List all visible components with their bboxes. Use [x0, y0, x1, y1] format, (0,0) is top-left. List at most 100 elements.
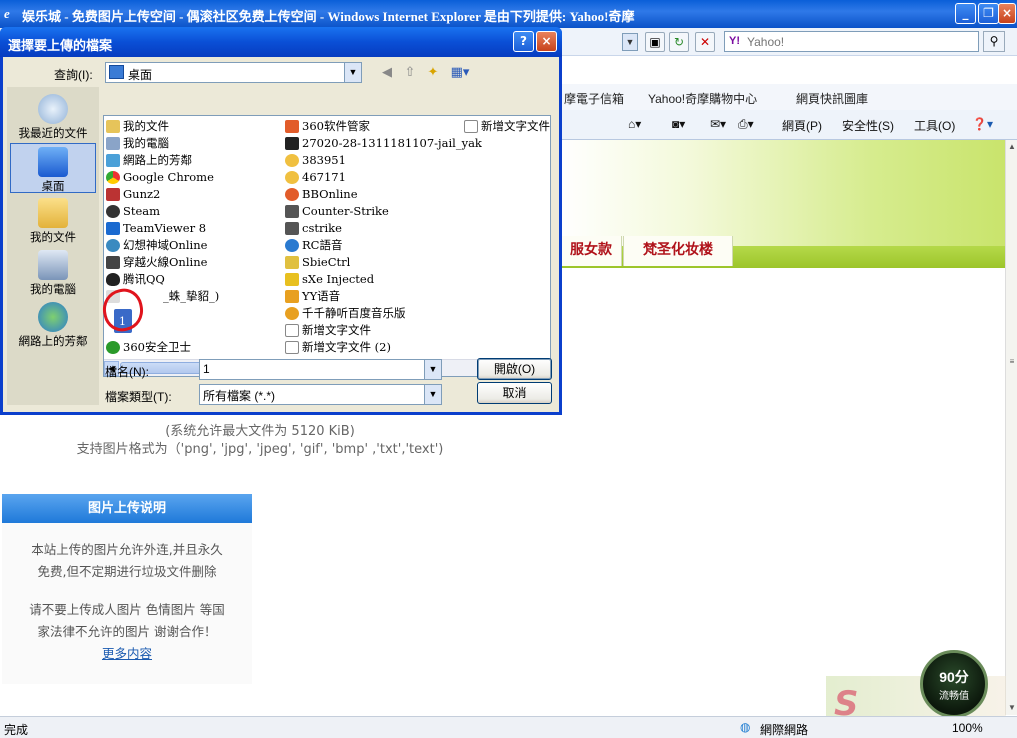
crossfire-icon: [106, 256, 120, 269]
nav-tab-cosmetics[interactable]: 梵圣化妆楼: [623, 236, 733, 266]
file-item[interactable]: 467171: [283, 169, 461, 186]
compat-view-icon[interactable]: ▣: [645, 32, 665, 52]
file-name: RC語音: [302, 238, 343, 252]
fav-link-shopping[interactable]: Yahoo!奇摩購物中心: [648, 90, 757, 107]
file-list[interactable]: 我的文件 我的電腦 網路上的芳鄰 Google Chrome Gunz2 Ste…: [103, 115, 551, 377]
ttplayer-icon: [285, 307, 299, 320]
file-item[interactable]: Google Chrome: [104, 169, 282, 186]
more-content-link[interactable]: 更多内容: [2, 643, 252, 662]
scroll-down-icon[interactable]: ▼: [1006, 701, 1017, 715]
file-item[interactable]: 腾讯QQ: [104, 271, 282, 288]
search-box[interactable]: Y!: [724, 31, 979, 52]
file-item[interactable]: 新增文字文件 (2): [283, 339, 461, 356]
address-dropdown[interactable]: ▼: [622, 33, 638, 51]
status-bar: 完成 ◍ 網際網路 100%: [0, 716, 1017, 738]
file-item[interactable]: 360软件管家: [283, 118, 461, 135]
file-item[interactable]: TeamViewer 8: [104, 220, 282, 237]
open-button[interactable]: 開啟(O): [477, 358, 552, 380]
file-item[interactable]: 383951: [283, 152, 461, 169]
chevron-down-icon[interactable]: ▼: [344, 63, 361, 82]
cancel-button[interactable]: 取消: [477, 382, 552, 404]
dialog-close-button[interactable]: ×: [536, 31, 557, 52]
filename-input[interactable]: 1 ▼: [199, 359, 442, 380]
place-desktop[interactable]: 桌面: [10, 143, 96, 193]
file-item[interactable]: 千千静听百度音乐版: [283, 305, 461, 322]
chevron-down-icon[interactable]: ▼: [424, 385, 441, 404]
close-button[interactable]: ×: [998, 3, 1016, 24]
file-column-3: 新增文字文件: [462, 118, 550, 135]
page-menu[interactable]: 網頁(P): [782, 117, 822, 134]
refresh-icon[interactable]: ↻: [669, 32, 689, 52]
new-folder-icon[interactable]: ✦: [424, 63, 442, 81]
page-scrollbar[interactable]: ▲ ≡ ▼: [1005, 140, 1017, 715]
file-name: 網路上的芳鄰: [123, 153, 192, 167]
minimize-button[interactable]: _: [955, 3, 976, 24]
file-item[interactable]: Counter-Strike: [283, 203, 461, 220]
chevron-down-icon[interactable]: ▼: [424, 360, 441, 379]
safety-menu[interactable]: 安全性(S): [842, 117, 894, 134]
fav-link-mail[interactable]: 摩電子信箱: [564, 90, 624, 107]
zoom-level[interactable]: 100%: [952, 721, 983, 735]
file-item[interactable]: YY语音: [283, 288, 461, 305]
file-item[interactable]: 27020-28-1311181107-jail_yak: [283, 135, 482, 152]
file-item[interactable]: 網路上的芳鄰: [104, 152, 282, 169]
info-panel-title: 图片上传说明: [2, 494, 252, 523]
dialog-title-bar: 選擇要上傳的檔案 ? ×: [0, 27, 562, 57]
stop-icon[interactable]: ✕: [695, 32, 715, 52]
desktop-icon: [38, 147, 68, 177]
max-size-text: (系统允许最大文件为 5120 KiB): [165, 424, 355, 439]
nav-tab-women[interactable]: 服女款: [560, 236, 622, 266]
360-safe-icon: [106, 341, 120, 354]
look-in-label: 查詢(I):: [54, 68, 93, 82]
file-item[interactable]: 新增文字文件: [283, 322, 461, 339]
home-icon[interactable]: ⌂▾: [628, 117, 641, 131]
file-item[interactable]: 幻想神域Online: [104, 237, 282, 254]
filetype-select[interactable]: 所有檔案 (*.*) ▼: [199, 384, 442, 405]
mail-icon[interactable]: ✉▾: [710, 117, 726, 131]
search-input[interactable]: [747, 34, 972, 49]
file-name: cstrike: [302, 221, 342, 235]
scroll-thumb-grip[interactable]: ≡: [1006, 355, 1017, 369]
file-name: 360软件管家: [302, 119, 370, 133]
file-name: Google Chrome: [123, 170, 214, 184]
filetype-label: 檔案類型(T):: [105, 390, 172, 404]
back-icon[interactable]: ◀: [378, 63, 396, 81]
place-my-computer[interactable]: 我的電腦: [10, 247, 96, 297]
up-folder-icon[interactable]: ⇧: [401, 63, 419, 81]
scroll-up-icon[interactable]: ▲: [1006, 140, 1017, 154]
app-icon: [285, 120, 299, 133]
place-recent[interactable]: 我最近的文件: [10, 91, 96, 141]
file-item[interactable]: SbieCtrl: [283, 254, 461, 271]
file-item[interactable]: sXe Injected: [283, 271, 461, 288]
file-item[interactable]: 我的電腦: [104, 135, 282, 152]
search-icon[interactable]: ⚲: [983, 31, 1005, 52]
print-icon[interactable]: ⎙▾: [738, 117, 754, 132]
file-item[interactable]: BBOnline: [283, 186, 461, 203]
restore-button[interactable]: ❐: [978, 3, 999, 24]
file-item[interactable]: Gunz2: [104, 186, 282, 203]
info-line: 家法律不允许的图片 谢谢合作！: [37, 624, 217, 639]
file-item[interactable]: Steam: [104, 203, 282, 220]
file-name: 穿越火線Online: [123, 255, 208, 269]
dialog-help-button[interactable]: ?: [513, 31, 534, 52]
place-label: 我的文件: [30, 232, 76, 244]
file-item[interactable]: 360安全卫士: [104, 339, 282, 356]
file-item[interactable]: 穿越火線Online: [104, 254, 282, 271]
look-in-combo[interactable]: 桌面 ▼: [105, 62, 362, 83]
game-icon: [106, 239, 120, 252]
tools-menu[interactable]: 工具(O): [914, 117, 955, 134]
file-item[interactable]: RC語音: [283, 237, 461, 254]
feeds-icon[interactable]: ◙▾: [672, 117, 685, 131]
help-icon[interactable]: ❓▾: [972, 117, 993, 131]
place-my-documents[interactable]: 我的文件: [10, 195, 96, 245]
file-item[interactable]: 我的文件: [104, 118, 282, 135]
file-item[interactable]: cstrike: [283, 220, 461, 237]
place-network[interactable]: 網路上的芳鄰: [10, 299, 96, 349]
file-item[interactable]: 新增文字文件: [462, 118, 550, 135]
file-name: YY语音: [302, 289, 341, 303]
fav-link-webslice[interactable]: 網頁快訊圖庫: [796, 90, 868, 107]
file-name: 27020-28-1311181107-jail_yak: [302, 136, 482, 150]
fluency-badge: 90分 流畅值: [920, 650, 988, 718]
view-menu-icon[interactable]: ▦▾: [448, 63, 472, 81]
teamviewer-icon: [106, 222, 120, 235]
